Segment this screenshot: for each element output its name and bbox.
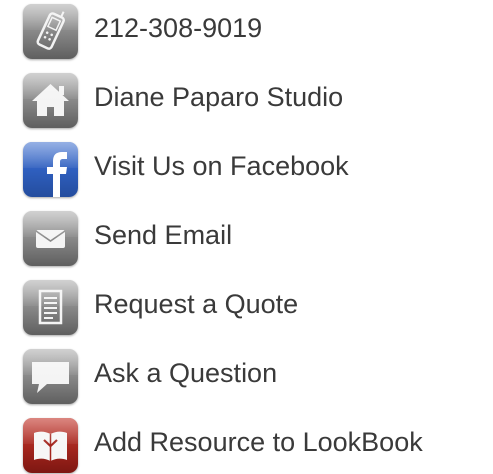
speech-bubble-icon [23, 349, 78, 404]
request-quote-link[interactable]: Request a Quote [0, 276, 493, 336]
facebook-link[interactable]: Visit Us on Facebook [0, 138, 493, 198]
phone-link[interactable]: 212-308-9019 [0, 0, 493, 60]
phone-icon [23, 4, 78, 59]
email-icon [23, 211, 78, 266]
phone-number-label: 212-308-9019 [94, 13, 263, 43]
facebook-label: Visit Us on Facebook [94, 151, 349, 181]
contact-link-list: 212-308-9019 Diane Paparo Studio Visit U… [0, 0, 493, 474]
request-quote-label: Request a Quote [94, 289, 299, 319]
add-to-lookbook-link[interactable]: Add Resource to LookBook [0, 414, 493, 474]
send-email-label: Send Email [94, 220, 233, 250]
send-email-link[interactable]: Send Email [0, 207, 493, 267]
studio-link[interactable]: Diane Paparo Studio [0, 69, 493, 129]
ask-question-link[interactable]: Ask a Question [0, 345, 493, 405]
home-icon [23, 73, 78, 128]
ask-question-label: Ask a Question [94, 358, 278, 388]
lookbook-icon [23, 418, 78, 473]
add-to-lookbook-label: Add Resource to LookBook [94, 427, 423, 457]
facebook-icon [23, 142, 78, 197]
document-icon [23, 280, 78, 335]
studio-name-label: Diane Paparo Studio [94, 82, 344, 112]
